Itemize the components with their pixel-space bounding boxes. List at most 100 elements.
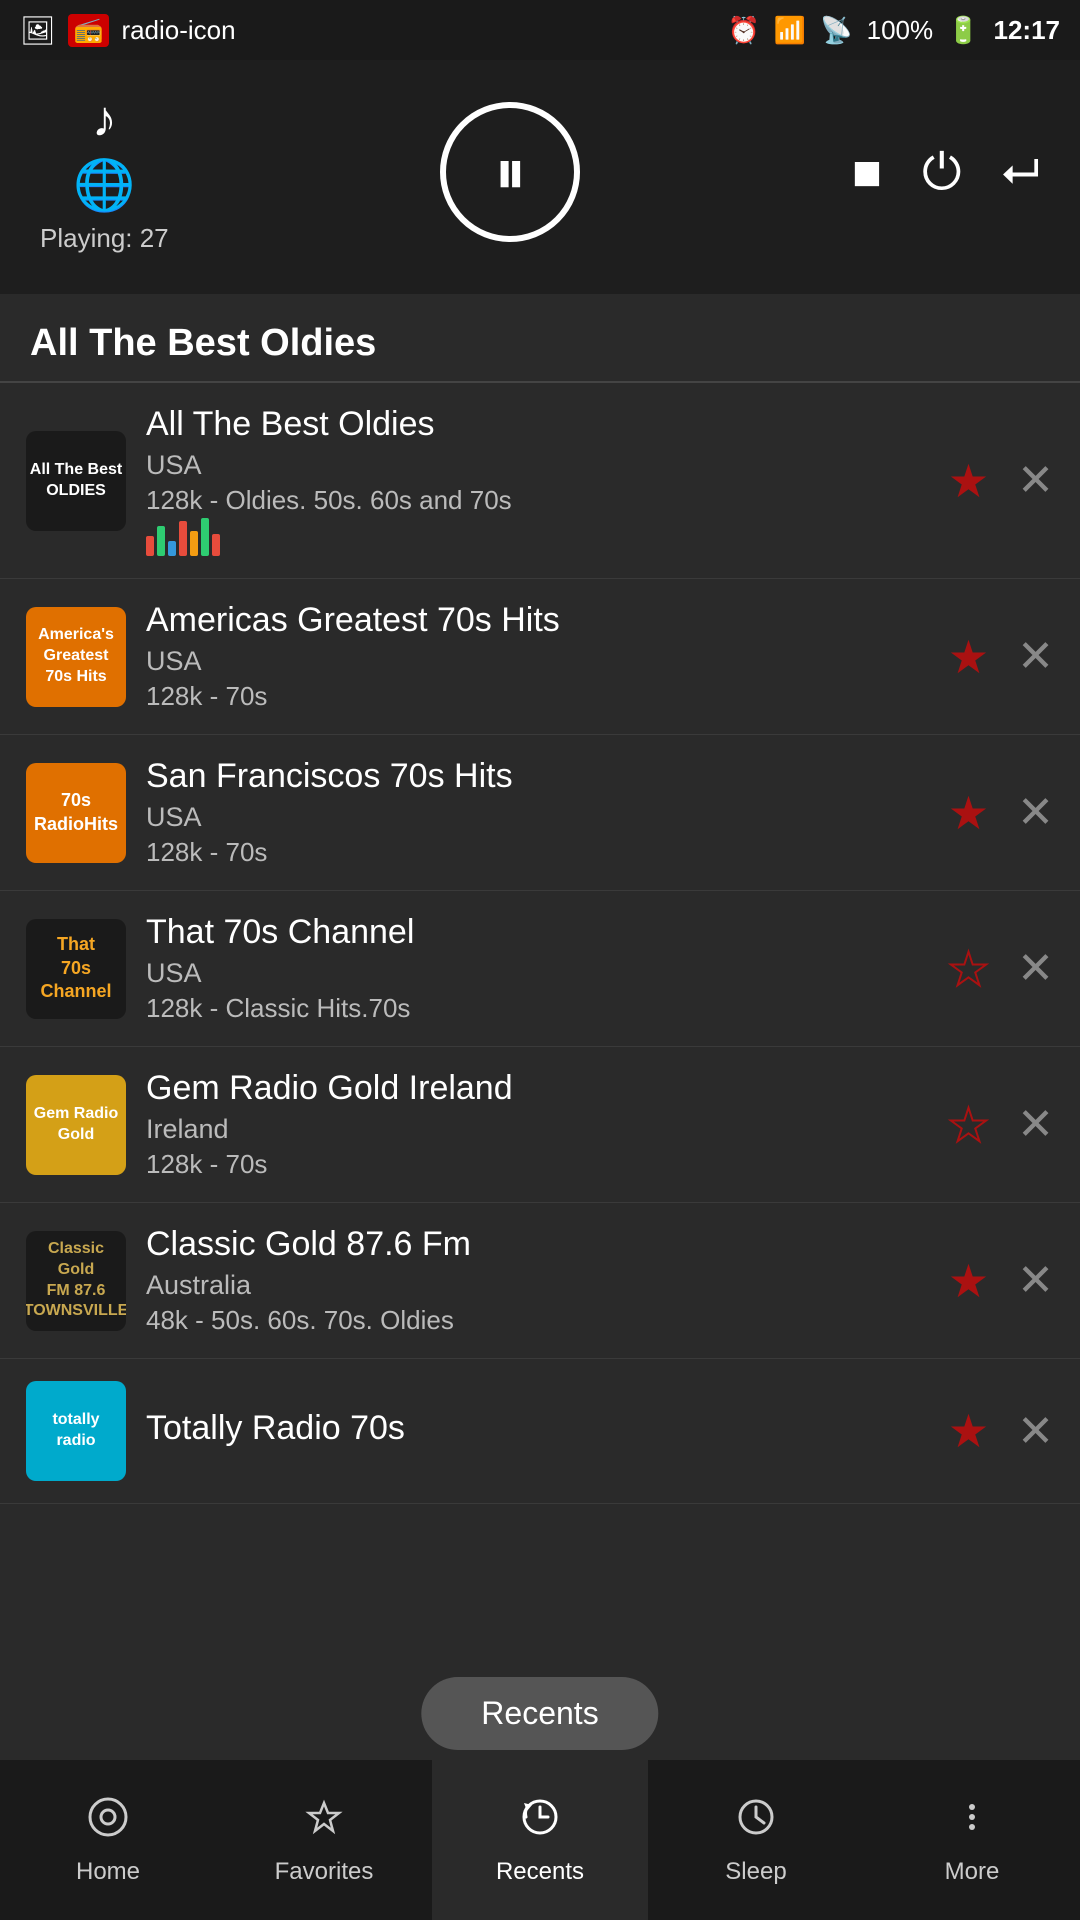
remove-station-button[interactable]: ✕ (1017, 787, 1054, 838)
chart-bar (179, 521, 187, 556)
radio-app-icon: 📻 (68, 14, 110, 47)
player-right-controls: ■ ⏻ ⮠ (852, 143, 1040, 202)
globe-icon[interactable]: 🌐 (73, 156, 135, 215)
station-country: USA (146, 958, 928, 989)
station-logo: America's Greatest 70s Hits (26, 607, 126, 707)
station-name: All The Best Oldies (146, 405, 928, 444)
station-meta: 128k - 70s (146, 681, 928, 712)
more-nav-icon (950, 1795, 994, 1850)
nav-item-recents[interactable]: Recents (432, 1760, 648, 1920)
station-country: USA (146, 646, 928, 677)
home-nav-icon (86, 1795, 130, 1850)
station-logo: 70s RadioHits (26, 763, 126, 863)
photo-icon: 🖼 (20, 14, 56, 47)
nav-item-favorites[interactable]: Favorites (216, 1760, 432, 1920)
station-logo: That 70s Channel (26, 919, 126, 1019)
chart-bar (190, 531, 198, 556)
notification-count: radio-icon (121, 15, 235, 46)
recents-nav-label: Recents (496, 1858, 584, 1886)
station-info: San Franciscos 70s HitsUSA128k - 70s (146, 757, 928, 868)
nav-item-sleep[interactable]: Sleep (648, 1760, 864, 1920)
station-actions: ★✕ (948, 1404, 1054, 1458)
station-meta: 48k - 50s. 60s. 70s. Oldies (146, 1305, 928, 1336)
stop-button[interactable]: ■ (852, 143, 882, 201)
station-logo: Gem Radio Gold (26, 1075, 126, 1175)
music-icon[interactable]: ♪ (92, 90, 117, 148)
wifi-icon: 📶 (774, 15, 806, 46)
bottom-nav: Home Favorites Recents Sleep More (0, 1760, 1080, 1920)
station-item[interactable]: Classic Gold FM 87.6 TOWNSVILLEClassic G… (0, 1203, 1080, 1359)
sleep-nav-label: Sleep (725, 1858, 786, 1886)
station-name: Totally Radio 70s (146, 1409, 928, 1448)
favorite-star-button[interactable]: ★ (948, 1254, 989, 1308)
station-item[interactable]: That 70s Channel That 70s Channel USA 128k … (0, 891, 1080, 1047)
chart-bar (157, 526, 165, 556)
favorite-star-button[interactable]: ★ (948, 786, 989, 840)
station-actions: ★✕ (948, 786, 1054, 840)
section-title: All The Best Oldies (0, 294, 1080, 381)
recents-nav-icon (518, 1795, 562, 1850)
pause-button[interactable]: ⏸ (440, 102, 580, 242)
chart-bar (201, 518, 209, 556)
station-actions: ★✕ (948, 942, 1054, 996)
station-actions: ★✕ (948, 1098, 1054, 1152)
station-info: Americas Greatest 70s Hits USA 128k - 70s (146, 601, 928, 712)
remove-station-button[interactable]: ✕ (1017, 1255, 1054, 1306)
remove-station-button[interactable]: ✕ (1017, 455, 1054, 506)
favorite-star-button[interactable]: ★ (948, 1404, 989, 1458)
status-left: 🖼 📻 radio-icon (20, 14, 236, 47)
favorites-nav-icon (302, 1795, 346, 1850)
battery-icon: 🔋 (947, 15, 979, 46)
player-left-controls: ♪ 🌐 Playing: 27 (40, 90, 169, 254)
clock: 12:17 (994, 15, 1061, 46)
favorite-star-button[interactable]: ★ (948, 454, 989, 508)
station-info: All The Best Oldies USA 128k - Oldies. 50s… (146, 405, 928, 556)
favorite-star-button[interactable]: ★ (948, 942, 989, 996)
remove-station-button[interactable]: ✕ (1017, 943, 1054, 994)
battery-level: 100% (867, 15, 934, 46)
station-item[interactable]: Gem Radio GoldGem Radio Gold IrelandIrel… (0, 1047, 1080, 1203)
playing-text: Playing: 27 (40, 223, 169, 254)
more-nav-label: More (945, 1858, 1000, 1886)
player-controls-row: ♪ 🌐 Playing: 27 ⏸ ■ ⏻ ⮠ (40, 90, 1040, 254)
station-info: Totally Radio 70s (146, 1409, 928, 1454)
station-name: That 70s Channel (146, 913, 928, 952)
favorite-star-button[interactable]: ★ (948, 630, 989, 684)
station-actions: ★✕ (948, 630, 1054, 684)
favorites-nav-label: Favorites (275, 1858, 374, 1886)
station-info: Gem Radio Gold IrelandIreland128k - 70s (146, 1069, 928, 1180)
share-button[interactable]: ⮠ (1002, 144, 1040, 200)
station-item[interactable]: 70s RadioHitsSan Franciscos 70s HitsUSA1… (0, 735, 1080, 891)
station-logo: All The Best OLDIES (26, 431, 126, 531)
station-meta: 128k - 70s (146, 837, 928, 868)
station-meta: 128k - Classic Hits.70s (146, 993, 928, 1024)
station-item[interactable]: America's Greatest 70s HitsAmericas Grea… (0, 579, 1080, 735)
player-header: ♪ 🌐 Playing: 27 ⏸ ■ ⏻ ⮠ (0, 60, 1080, 294)
station-country: USA (146, 802, 928, 833)
station-item[interactable]: All The Best OLDIES All The Best Oldies US… (0, 383, 1080, 579)
nav-item-home[interactable]: Home (0, 1760, 216, 1920)
station-name: Gem Radio Gold Ireland (146, 1069, 928, 1108)
favorite-star-button[interactable]: ★ (948, 1098, 989, 1152)
station-name: Classic Gold 87.6 Fm (146, 1225, 928, 1264)
status-right: ⏰ 📶 📡 100% 🔋 12:17 (728, 15, 1061, 46)
station-name: Americas Greatest 70s Hits (146, 601, 928, 640)
station-country: USA (146, 450, 928, 481)
power-button[interactable]: ⏻ (922, 143, 962, 202)
station-info: Classic Gold 87.6 Fm Australia 48k - 50s. … (146, 1225, 928, 1336)
station-item[interactable]: totally radioTotally Radio 70s★✕ (0, 1359, 1080, 1504)
remove-station-button[interactable]: ✕ (1017, 1406, 1054, 1457)
alarm-icon: ⏰ (728, 15, 760, 46)
chart-bar (212, 534, 220, 556)
station-meta: 128k - Oldies. 50s. 60s and 70s (146, 485, 928, 516)
station-actions: ★✕ (948, 1254, 1054, 1308)
pause-icon: ⏸ (494, 135, 526, 210)
station-logo: Classic Gold FM 87.6 TOWNSVILLE (26, 1231, 126, 1331)
chart-bar (168, 541, 176, 556)
sleep-nav-icon (734, 1795, 778, 1850)
remove-station-button[interactable]: ✕ (1017, 1099, 1054, 1150)
station-country: Australia (146, 1270, 928, 1301)
remove-station-button[interactable]: ✕ (1017, 631, 1054, 682)
station-logo: totally radio (26, 1381, 126, 1481)
nav-item-more[interactable]: More (864, 1760, 1080, 1920)
